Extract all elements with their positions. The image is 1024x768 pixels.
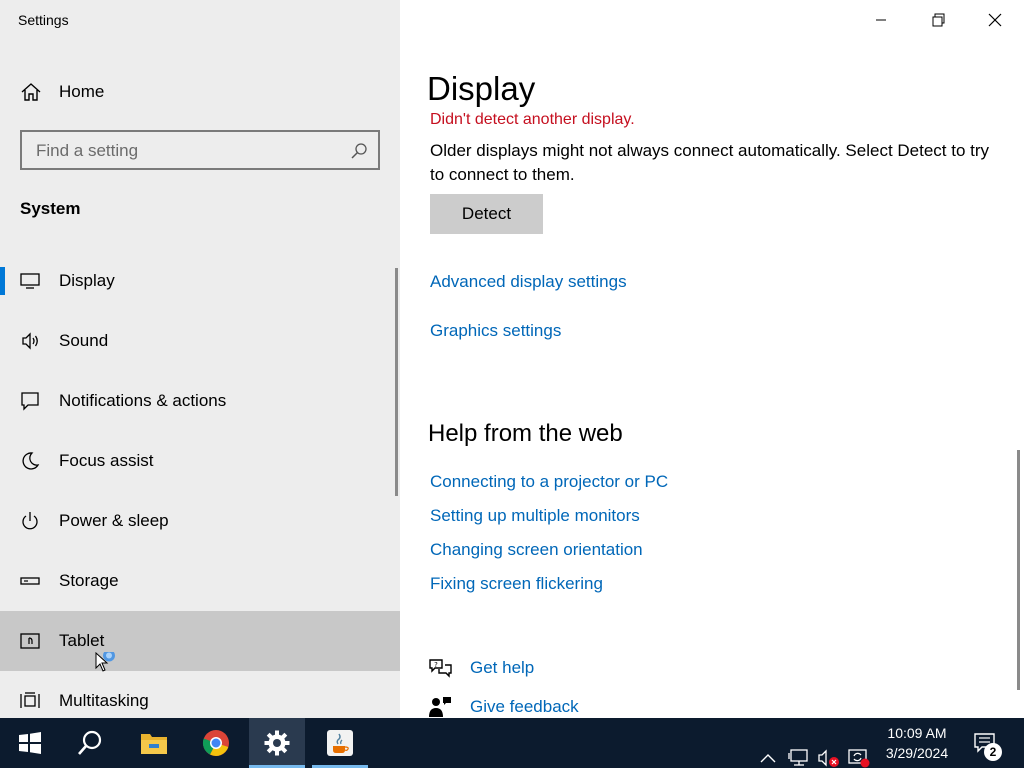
java-app-button[interactable]: [312, 718, 368, 768]
chrome-button[interactable]: [188, 718, 244, 768]
search-icon[interactable]: [350, 142, 368, 160]
minimize-icon: [876, 19, 886, 21]
sidebar-item-label: Display: [59, 271, 115, 290]
start-icon: [19, 732, 41, 754]
sidebar-item-storage[interactable]: Storage: [0, 551, 400, 611]
sidebar-item-focus-assist[interactable]: Focus assist: [0, 431, 400, 491]
close-icon: [988, 13, 1002, 27]
help-link-multiple-monitors[interactable]: Setting up multiple monitors: [430, 506, 640, 526]
app-title: Settings: [18, 12, 69, 28]
sidebar-item-multitasking[interactable]: Multitasking: [0, 671, 400, 718]
sync-alert-icon[interactable]: [847, 733, 871, 768]
file-explorer-icon: [141, 734, 167, 754]
feedback-person-icon: [429, 697, 451, 717]
sidebar-item-label: Sound: [59, 331, 109, 350]
notification-count-badge: 2: [984, 743, 1002, 761]
content-scrollbar[interactable]: [1017, 450, 1020, 690]
sidebar-scrollbar[interactable]: [395, 268, 398, 496]
help-link-projector[interactable]: Connecting to a projector or PC: [430, 472, 668, 492]
give-feedback-link[interactable]: Give feedback: [470, 697, 579, 717]
sidebar-item-display[interactable]: Display: [0, 251, 400, 311]
sidebar-item-power-sleep[interactable]: Power & sleep: [0, 491, 400, 551]
sidebar-item-label: Notifications & actions: [59, 391, 227, 410]
clock-time: 10:09 AM: [887, 725, 947, 741]
svg-text:?: ?: [434, 661, 438, 669]
minimize-button[interactable]: [858, 4, 904, 36]
advanced-display-settings-link[interactable]: Advanced display settings: [430, 272, 627, 292]
power-icon: [22, 512, 38, 530]
home-icon: [21, 83, 41, 101]
help-link-screen-flickering[interactable]: Fixing screen flickering: [430, 574, 603, 594]
search-input[interactable]: Find a setting: [20, 130, 380, 170]
main-content: Display Didn't detect another display. O…: [400, 0, 1024, 718]
sidebar-item-label: Focus assist: [59, 451, 154, 470]
error-text-label: Didn't detect another display.: [430, 111, 635, 128]
section-heading-system: System: [20, 199, 81, 218]
monitor-icon: [20, 273, 40, 289]
help-heading: Help from the web: [428, 420, 623, 447]
page-title: Display: [427, 70, 536, 107]
start-button[interactable]: [2, 718, 58, 768]
close-button[interactable]: [972, 4, 1018, 36]
show-hidden-icons-chevron-icon[interactable]: [758, 734, 778, 768]
detect-description: Older displays might not always connect …: [430, 141, 990, 184]
home-nav-item[interactable]: Home: [0, 70, 400, 114]
sidebar-item-label: Storage: [59, 571, 119, 590]
moon-icon: [22, 452, 40, 470]
active-indicator: [0, 267, 5, 295]
sidebar-item-sound[interactable]: Sound: [0, 311, 400, 371]
home-label: Home: [59, 82, 105, 101]
get-help-link[interactable]: Get help: [470, 658, 534, 678]
sidebar-item-label: Tablet: [59, 631, 105, 650]
settings-icon: [264, 730, 290, 756]
get-help-icon: ?: [429, 659, 452, 678]
search-icon: [78, 730, 102, 755]
notification-icon: [21, 392, 39, 411]
volume-muted-icon[interactable]: [817, 733, 841, 768]
sidebar-item-tablet[interactable]: Tablet: [0, 611, 400, 671]
graphics-settings-link[interactable]: Graphics settings: [430, 321, 561, 341]
sidebar-item-label: Multitasking: [59, 691, 149, 710]
storage-icon: [20, 577, 40, 585]
clock-date: 3/29/2024: [885, 745, 949, 761]
settings-taskbar-button[interactable]: [249, 718, 305, 768]
chrome-icon: [202, 730, 229, 756]
restore-button[interactable]: [915, 4, 961, 36]
multitasking-icon: [20, 692, 40, 708]
network-icon[interactable]: [788, 733, 810, 768]
help-link-screen-orientation[interactable]: Changing screen orientation: [430, 540, 643, 560]
action-center-button[interactable]: 2: [966, 718, 1016, 768]
sidebar-item-notifications[interactable]: Notifications & actions: [0, 371, 400, 431]
taskbar: 10:09 AM 3/29/2024 2: [0, 718, 1024, 768]
file-explorer-button[interactable]: [126, 718, 182, 768]
restore-icon: [932, 13, 945, 27]
detect-button[interactable]: Detect: [430, 194, 543, 234]
settings-sidebar: Settings Home Find a setting System Disp…: [0, 0, 400, 718]
taskbar-clock[interactable]: 10:09 AM 3/29/2024: [874, 723, 960, 763]
java-icon: [327, 730, 353, 756]
mouse-cursor-busy-icon: [95, 652, 115, 672]
speaker-icon: [22, 332, 38, 350]
taskbar-search-button[interactable]: [62, 718, 118, 768]
detect-error-text: Didn't detect another display.: [430, 111, 990, 129]
tablet-icon: [20, 633, 40, 649]
search-placeholder: Find a setting: [36, 141, 139, 160]
sidebar-item-label: Power & sleep: [59, 511, 169, 530]
